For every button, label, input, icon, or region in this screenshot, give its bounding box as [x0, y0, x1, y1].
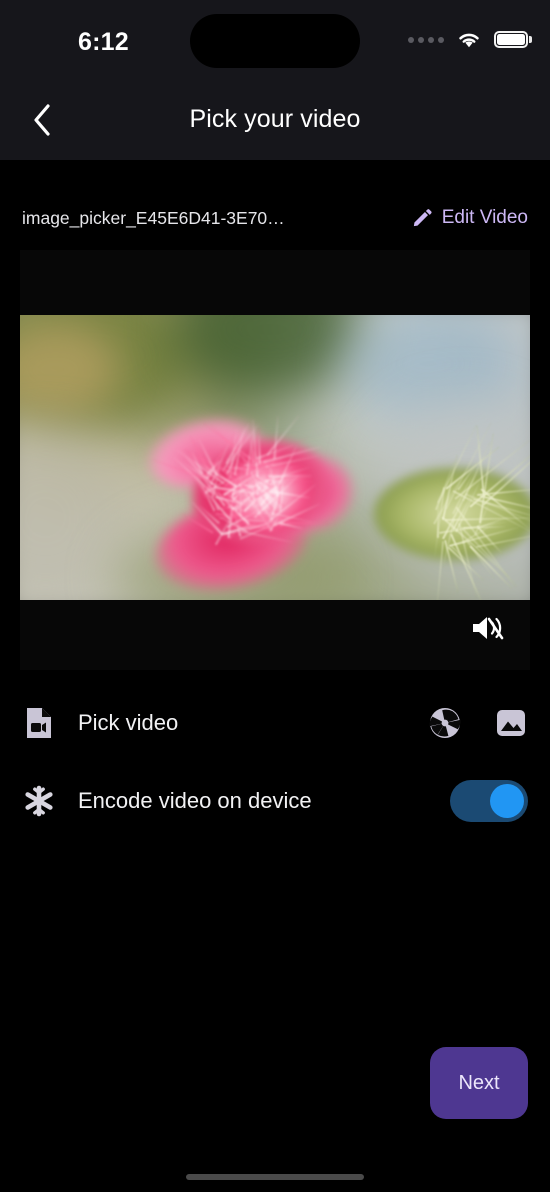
encode-video-toggle[interactable]: [450, 780, 528, 822]
nav-bar: Pick your video: [0, 78, 550, 160]
chevron-left-icon: [31, 103, 53, 137]
option-label-encode-video: Encode video on device: [78, 788, 312, 814]
video-frame: [20, 315, 530, 600]
edit-video-button[interactable]: Edit Video: [411, 207, 528, 229]
status-time: 6:12: [78, 28, 129, 57]
option-row-encode-video[interactable]: Encode video on device: [0, 773, 550, 829]
next-button[interactable]: Next: [430, 1047, 528, 1119]
status-icons: [408, 30, 528, 49]
option-row-pick-video[interactable]: Pick video: [0, 695, 550, 751]
camera-aperture-icon[interactable]: [428, 706, 462, 740]
option-label-pick-video: Pick video: [78, 710, 178, 736]
back-button[interactable]: [22, 100, 62, 140]
video-file-icon: [22, 706, 56, 740]
edit-video-label: Edit Video: [442, 207, 528, 229]
battery-full-icon: [494, 31, 528, 48]
photo-gallery-icon[interactable]: [494, 706, 528, 740]
status-bar: 6:12: [0, 0, 550, 78]
page-title: Pick your video: [0, 78, 550, 160]
home-indicator: [186, 1174, 364, 1180]
wifi-icon: [456, 30, 482, 49]
toggle-knob: [490, 784, 524, 818]
signal-dots-icon: [408, 37, 444, 43]
phone-screen: 6:12 Pick your video image_picker_E45E6D…: [0, 0, 550, 1192]
file-row: image_picker_E45E6D41-3E70… Edit Video: [0, 198, 550, 238]
dynamic-island: [190, 14, 360, 68]
video-filename: image_picker_E45E6D41-3E70…: [22, 208, 285, 229]
snowflake-icon: [22, 784, 56, 818]
pencil-icon: [411, 208, 432, 229]
video-player[interactable]: [20, 250, 530, 670]
speaker-muted-icon: [471, 613, 505, 643]
pick-video-actions: [428, 706, 528, 740]
mute-toggle-button[interactable]: [468, 608, 508, 648]
